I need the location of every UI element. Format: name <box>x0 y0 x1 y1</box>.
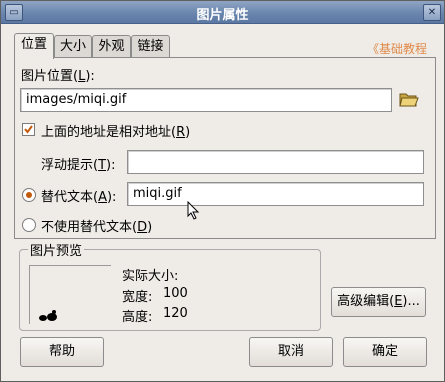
image-preview-thumbnail <box>29 265 111 324</box>
alt-text-radio[interactable] <box>22 188 36 202</box>
actual-size-label: 实际大小: <box>122 269 179 284</box>
ok-button[interactable]: 确定 <box>343 337 427 367</box>
help-button[interactable]: 帮助 <box>20 337 104 367</box>
folder-open-icon[interactable] <box>399 90 419 111</box>
tab-position[interactable]: 位置 <box>14 33 54 59</box>
close-icon[interactable]: ✕ <box>423 4 441 21</box>
alt-text-label: 替代文本(A): <box>41 190 117 205</box>
advanced-edit-button[interactable]: 高级编辑(E)... <box>331 287 426 317</box>
tab-appearance[interactable]: 外观 <box>92 35 131 58</box>
dialog-window: ▭ 图片属性 ✕ 位置 大小 外观 链接 《基础教程网》 图片位置(L): im… <box>0 0 445 382</box>
alt-text-input[interactable]: miqi.gif <box>127 182 424 206</box>
tab-size[interactable]: 大小 <box>54 35 92 58</box>
height-value: 120 <box>163 306 188 321</box>
text-cursor-icon <box>187 200 201 224</box>
no-alt-text-radio[interactable] <box>22 218 36 232</box>
tab-panel-position <box>14 57 436 239</box>
relative-url-label[interactable]: 上面的地址是相对地址(R) <box>41 121 190 140</box>
tooltip-input[interactable] <box>127 150 424 174</box>
width-label: 宽度: <box>122 290 153 305</box>
image-location-label: 图片位置(L): <box>21 69 95 84</box>
tab-link[interactable]: 链接 <box>131 35 170 58</box>
width-value: 100 <box>163 286 188 301</box>
cancel-button[interactable]: 取消 <box>249 337 333 367</box>
tooltip-label: 浮动提示(T): <box>41 158 116 173</box>
image-preview-title: 图片预览 <box>28 240 85 259</box>
image-location-input[interactable]: images/miqi.gif <box>20 88 392 112</box>
height-label: 高度: <box>122 310 153 325</box>
title-bar[interactable]: ▭ 图片属性 ✕ <box>1 1 444 24</box>
relative-url-checkbox[interactable] <box>22 123 35 136</box>
no-alt-text-label[interactable]: 不使用替代文本(D) <box>41 216 152 235</box>
window-title: 图片属性 <box>196 8 249 23</box>
